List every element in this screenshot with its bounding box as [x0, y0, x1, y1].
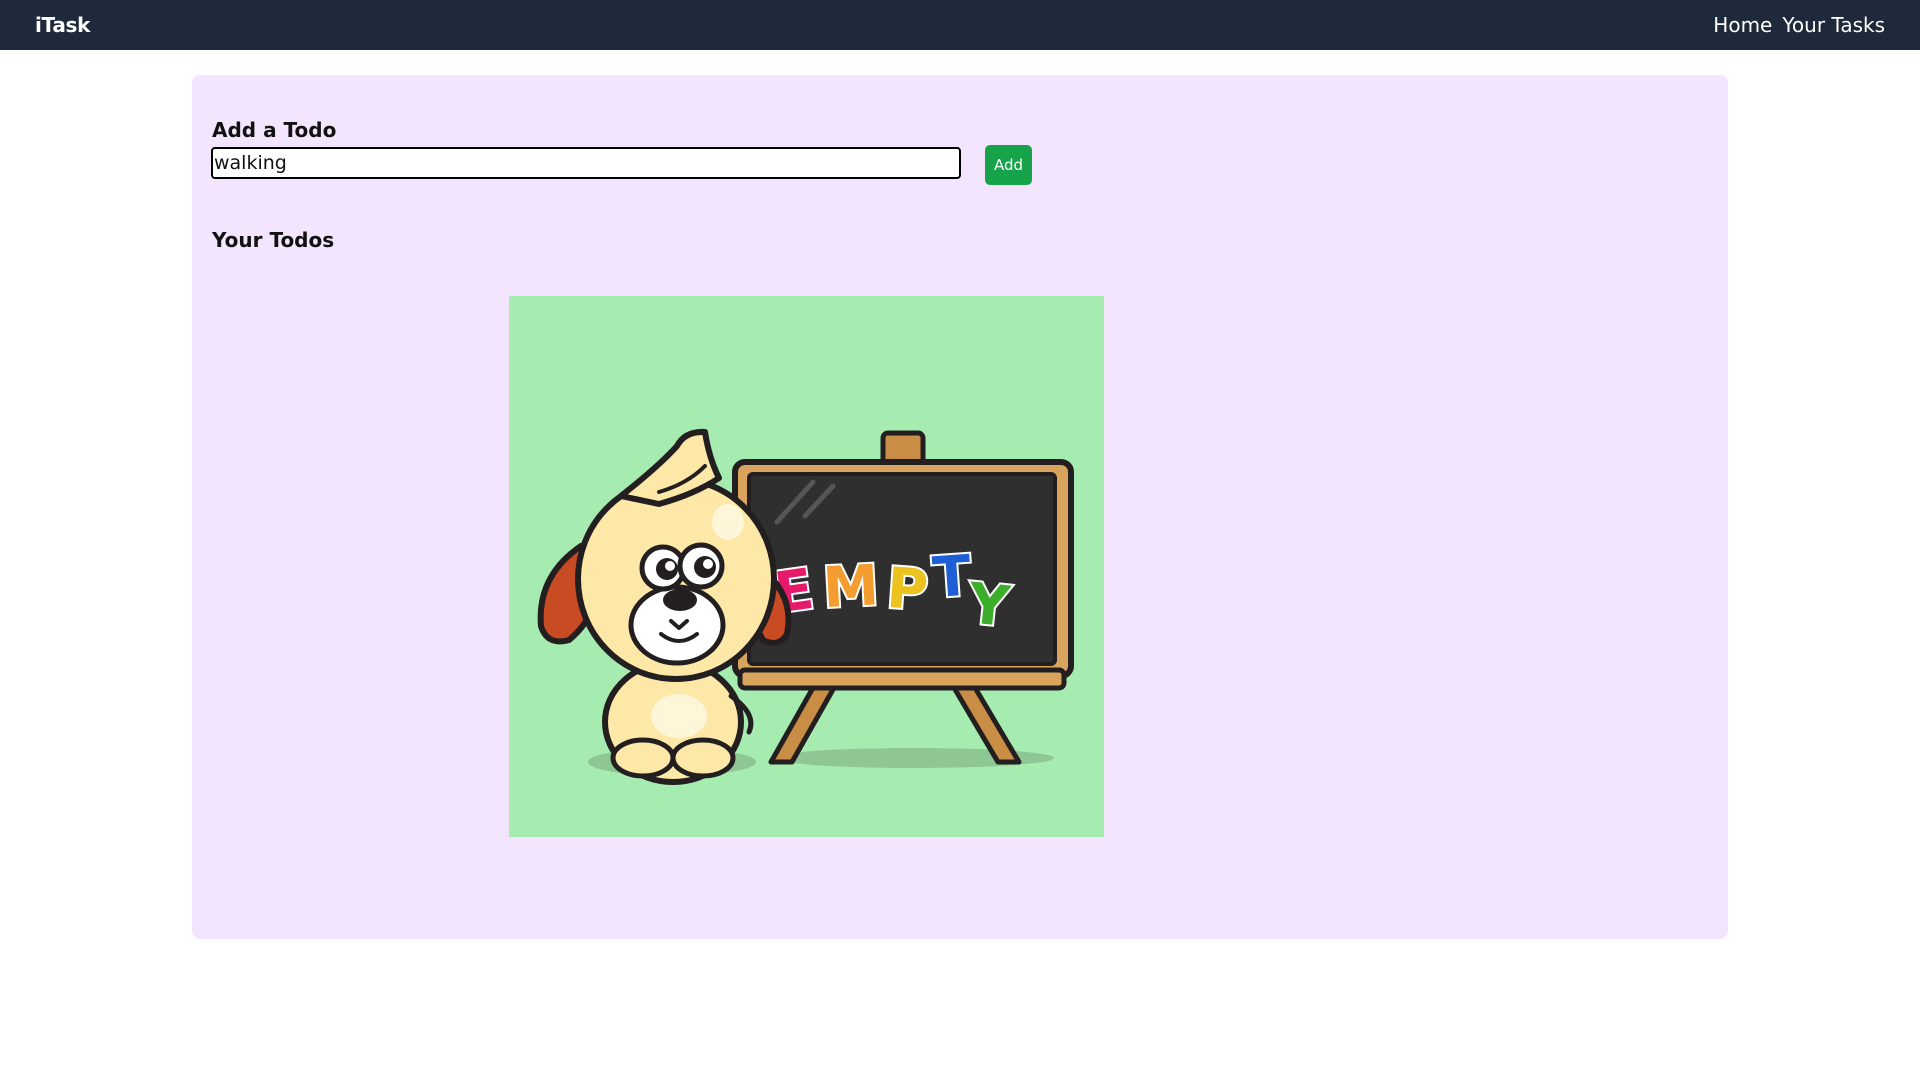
nav-link-your-tasks[interactable]: Your Tasks: [1782, 13, 1885, 37]
nav-link-home[interactable]: Home: [1713, 13, 1772, 37]
nav-links: Home Your Tasks: [1713, 13, 1885, 37]
brand-logo[interactable]: iTask: [35, 13, 90, 37]
navbar: iTask Home Your Tasks: [0, 0, 1920, 50]
todo-input[interactable]: [211, 147, 961, 179]
add-button[interactable]: Add: [985, 145, 1032, 185]
main-card: Add a Todo Add Your Todos E M: [192, 75, 1728, 939]
add-todo-title: Add a Todo: [212, 118, 337, 142]
svg-text:T: T: [931, 544, 974, 612]
svg-text:P: P: [885, 556, 930, 624]
svg-text:Y: Y: [964, 571, 1014, 640]
puppy-chalkboard-illustration: E M P T Y: [537, 428, 1074, 785]
svg-text:M: M: [821, 553, 880, 621]
your-todos-title: Your Todos: [212, 228, 335, 252]
empty-state-illustration: E M P T Y: [509, 296, 1104, 837]
